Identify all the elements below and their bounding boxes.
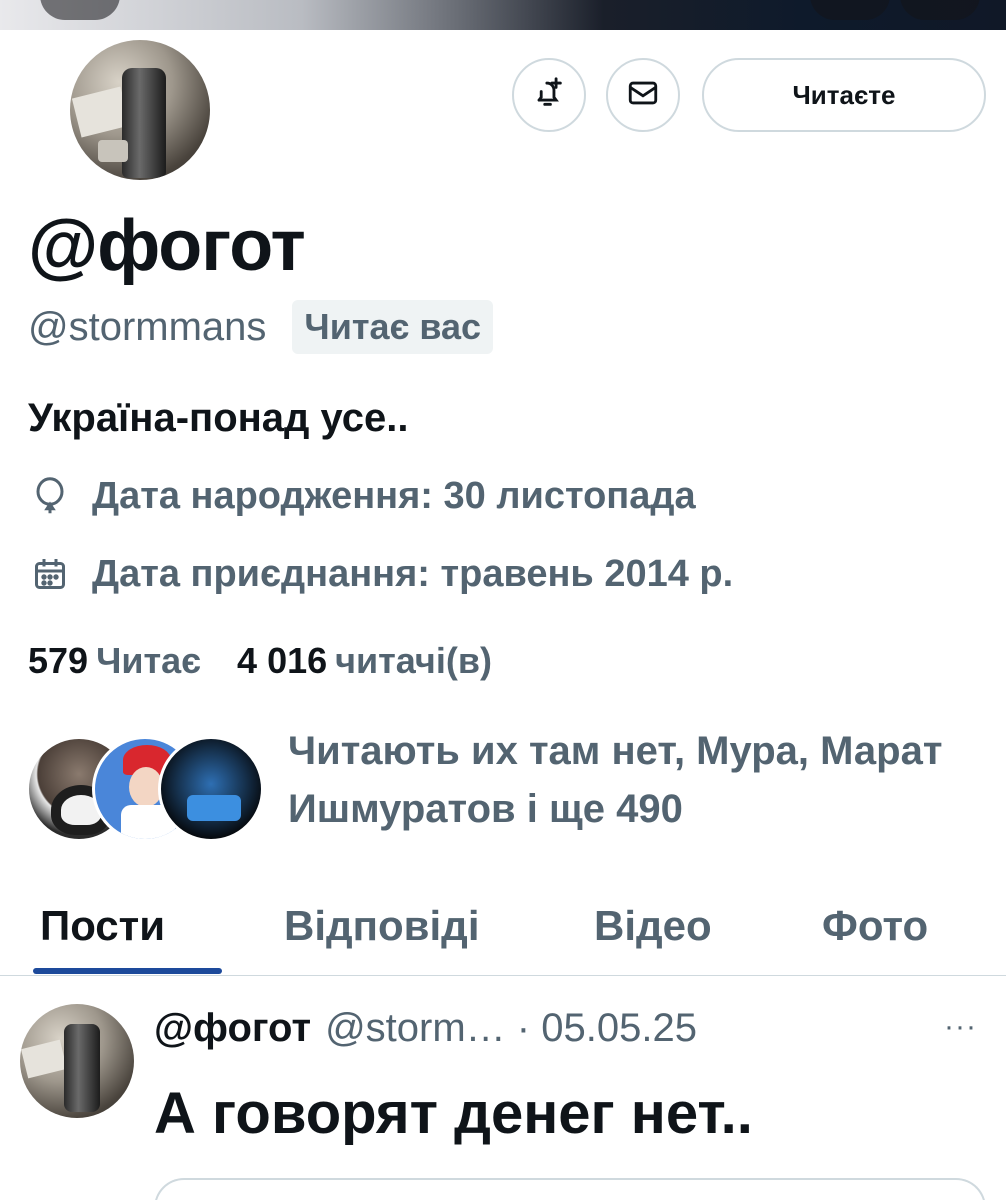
profile-tabs: Пости Відповіді Відео Фото (0, 896, 1006, 976)
balloon-icon (28, 474, 72, 518)
user-handle: @stormmans (28, 304, 267, 349)
post-media-card[interactable] (154, 1178, 986, 1200)
banner-shape (900, 0, 980, 20)
avatar-detail (98, 140, 128, 162)
joined-row: Дата приєднання: травень 2014 р. (28, 552, 733, 596)
follower-avatar (158, 736, 264, 842)
notifications-button[interactable] (512, 58, 586, 132)
tab-video[interactable]: Відео (594, 902, 712, 950)
post-header: @фогот @storm… · 05.05.25 (154, 1006, 697, 1051)
envelope-icon (626, 76, 660, 115)
followers-link[interactable]: 4 016 читачі(в) (237, 640, 492, 682)
profile-avatar[interactable] (66, 36, 214, 184)
display-name: @фогот (28, 206, 306, 286)
handle-row: @stormmans Читає вас (28, 300, 494, 354)
post-text: А говорят денег нет.. (154, 1081, 753, 1146)
post-author-name[interactable]: @фогот (154, 1006, 311, 1051)
following-link[interactable]: 579 Читає (28, 640, 201, 682)
more-options-icon[interactable]: ··· (944, 1010, 977, 1044)
active-tab-indicator (33, 968, 222, 974)
following-button[interactable]: Читаєте (702, 58, 986, 132)
birthday-text: Дата народження: 30 листопада (92, 474, 696, 517)
tab-replies[interactable]: Відповіді (284, 902, 480, 950)
tab-photo[interactable]: Фото (822, 902, 928, 950)
tab-posts[interactable]: Пости (40, 902, 165, 950)
bell-plus-icon (532, 76, 566, 115)
post-meta[interactable]: @storm… · 05.05.25 (325, 1006, 697, 1051)
joined-text: Дата приєднання: травень 2014 р. (92, 552, 734, 595)
post-author-avatar[interactable] (20, 1004, 134, 1118)
birthday-row: Дата народження: 30 листопада (28, 474, 696, 518)
calendar-icon (28, 552, 72, 596)
following-count: 579 (28, 640, 89, 681)
profile-banner[interactable] (0, 0, 1006, 30)
avatar-detail (122, 68, 166, 178)
follow-stats: 579 Читає 4 016 читачі(в) (28, 640, 492, 682)
known-followers-avatars[interactable] (26, 736, 266, 846)
known-followers-text[interactable]: Читають их там нет, Мура, Марат Ишмурато… (288, 722, 988, 838)
avatar-detail (64, 1024, 100, 1112)
following-label: Читає (96, 640, 202, 681)
followers-label: читачі(в) (335, 640, 492, 681)
follows-you-badge: Читає вас (292, 300, 494, 354)
banner-shape (810, 0, 890, 20)
profile-bio: Україна-понад усе.. (28, 396, 409, 440)
avatar-detail (20, 1039, 68, 1079)
followers-count: 4 016 (237, 640, 328, 681)
banner-shape (40, 0, 120, 20)
message-button[interactable] (606, 58, 680, 132)
